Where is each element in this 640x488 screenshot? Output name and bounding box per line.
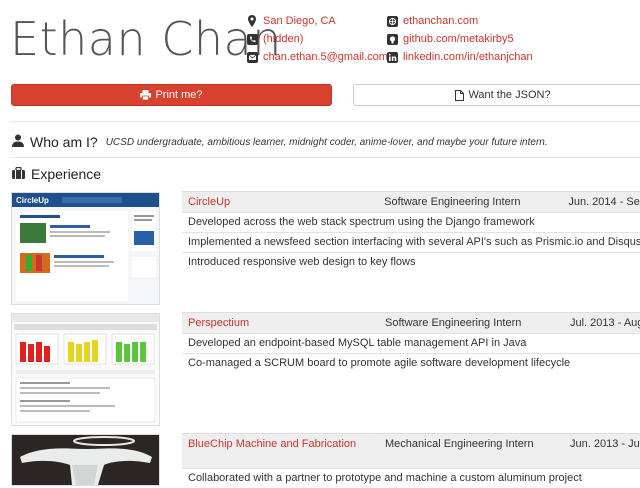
about-section: Who am I? UCSD undergraduate, ambitious … bbox=[12, 134, 548, 150]
job-role: Software Engineering Intern bbox=[385, 317, 522, 329]
linkedin-icon bbox=[386, 51, 398, 63]
job-bullet: Developed an endpoint-based MySQL table … bbox=[182, 333, 640, 353]
email-link[interactable]: chan.ethan.5@gmail.com bbox=[263, 51, 388, 63]
print-icon bbox=[140, 90, 152, 100]
svg-text:CircleUp: CircleUp bbox=[16, 196, 49, 205]
contact-location[interactable]: San Diego, CA bbox=[246, 12, 388, 30]
job-role: Mechanical Engineering Intern bbox=[385, 438, 534, 450]
github-icon bbox=[386, 33, 398, 45]
job-bullet: Introduced responsive web design to key … bbox=[182, 252, 640, 272]
contact-website[interactable]: ethanchan.com bbox=[386, 12, 533, 30]
page-title: Ethan Chan bbox=[10, 12, 282, 66]
about-heading: Who am I? bbox=[30, 134, 98, 150]
company-link[interactable]: CircleUp bbox=[188, 196, 384, 208]
job-bullet: Developed across the web stack spectrum … bbox=[182, 212, 640, 232]
location-link[interactable]: San Diego, CA bbox=[263, 15, 336, 27]
briefcase-icon bbox=[12, 166, 25, 182]
perspectium-screenshot-image bbox=[11, 313, 160, 426]
contact-list-left: San Diego, CA (hidden) chan.ethan.5@gmai… bbox=[246, 12, 388, 66]
job-role: Software Engineering Intern bbox=[384, 196, 521, 208]
user-icon bbox=[12, 134, 24, 150]
file-icon bbox=[455, 89, 465, 101]
contact-github[interactable]: github.com/metakirby5 bbox=[386, 30, 533, 48]
job-table: Perspectium Software Engineering Intern … bbox=[182, 312, 640, 373]
phone-link[interactable]: (hidden) bbox=[263, 33, 303, 45]
json-button-label: Want the JSON? bbox=[468, 89, 551, 101]
job-dates: Jun. 2013 - Jul bbox=[570, 438, 640, 450]
phone-icon bbox=[246, 33, 258, 45]
experience-section-header: Experience bbox=[12, 166, 101, 182]
experience-heading: Experience bbox=[31, 166, 102, 182]
divider bbox=[10, 157, 640, 158]
contact-list-right: ethanchan.com github.com/metakirby5 link… bbox=[386, 12, 533, 66]
print-button-label: Print me? bbox=[155, 89, 203, 101]
job-bullet: Collaborated with a partner to prototype… bbox=[182, 468, 640, 488]
github-link[interactable]: github.com/metakirby5 bbox=[403, 33, 514, 45]
job-dates: Jul. 2013 - Aug bbox=[570, 317, 640, 329]
bluechip-photo-image bbox=[11, 434, 160, 486]
circleup-screenshot-image: CircleUp bbox=[11, 192, 160, 305]
linkedin-link[interactable]: linkedin.com/in/ethanjchan bbox=[403, 51, 533, 63]
job-header-row: Perspectium Software Engineering Intern … bbox=[182, 312, 640, 333]
job-bullet: Co-managed a SCRUM board to promote agil… bbox=[182, 353, 640, 373]
job-bullet: Implemented a newsfeed section interfaci… bbox=[182, 232, 640, 252]
map-marker-icon bbox=[246, 15, 258, 27]
about-description: UCSD undergraduate, ambitious learner, m… bbox=[105, 136, 548, 148]
job-table: CircleUp Software Engineering Intern Jun… bbox=[182, 191, 640, 272]
contact-email[interactable]: chan.ethan.5@gmail.com bbox=[246, 48, 388, 66]
contact-phone[interactable]: (hidden) bbox=[246, 30, 388, 48]
globe-icon bbox=[386, 15, 398, 27]
company-link[interactable]: BlueChip Machine and Fabrication bbox=[188, 438, 385, 464]
job-header-row: BlueChip Machine and Fabrication Mechani… bbox=[182, 433, 640, 468]
json-button[interactable]: Want the JSON? bbox=[353, 84, 640, 106]
divider bbox=[10, 121, 640, 122]
envelope-icon bbox=[246, 51, 258, 63]
job-dates: Jun. 2014 - Sep bbox=[568, 196, 640, 208]
contact-linkedin[interactable]: linkedin.com/in/ethanjchan bbox=[386, 48, 533, 66]
company-link[interactable]: Perspectium bbox=[188, 317, 385, 329]
print-button[interactable]: Print me? bbox=[11, 84, 332, 106]
website-link[interactable]: ethanchan.com bbox=[403, 15, 478, 27]
job-header-row: CircleUp Software Engineering Intern Jun… bbox=[182, 191, 640, 212]
